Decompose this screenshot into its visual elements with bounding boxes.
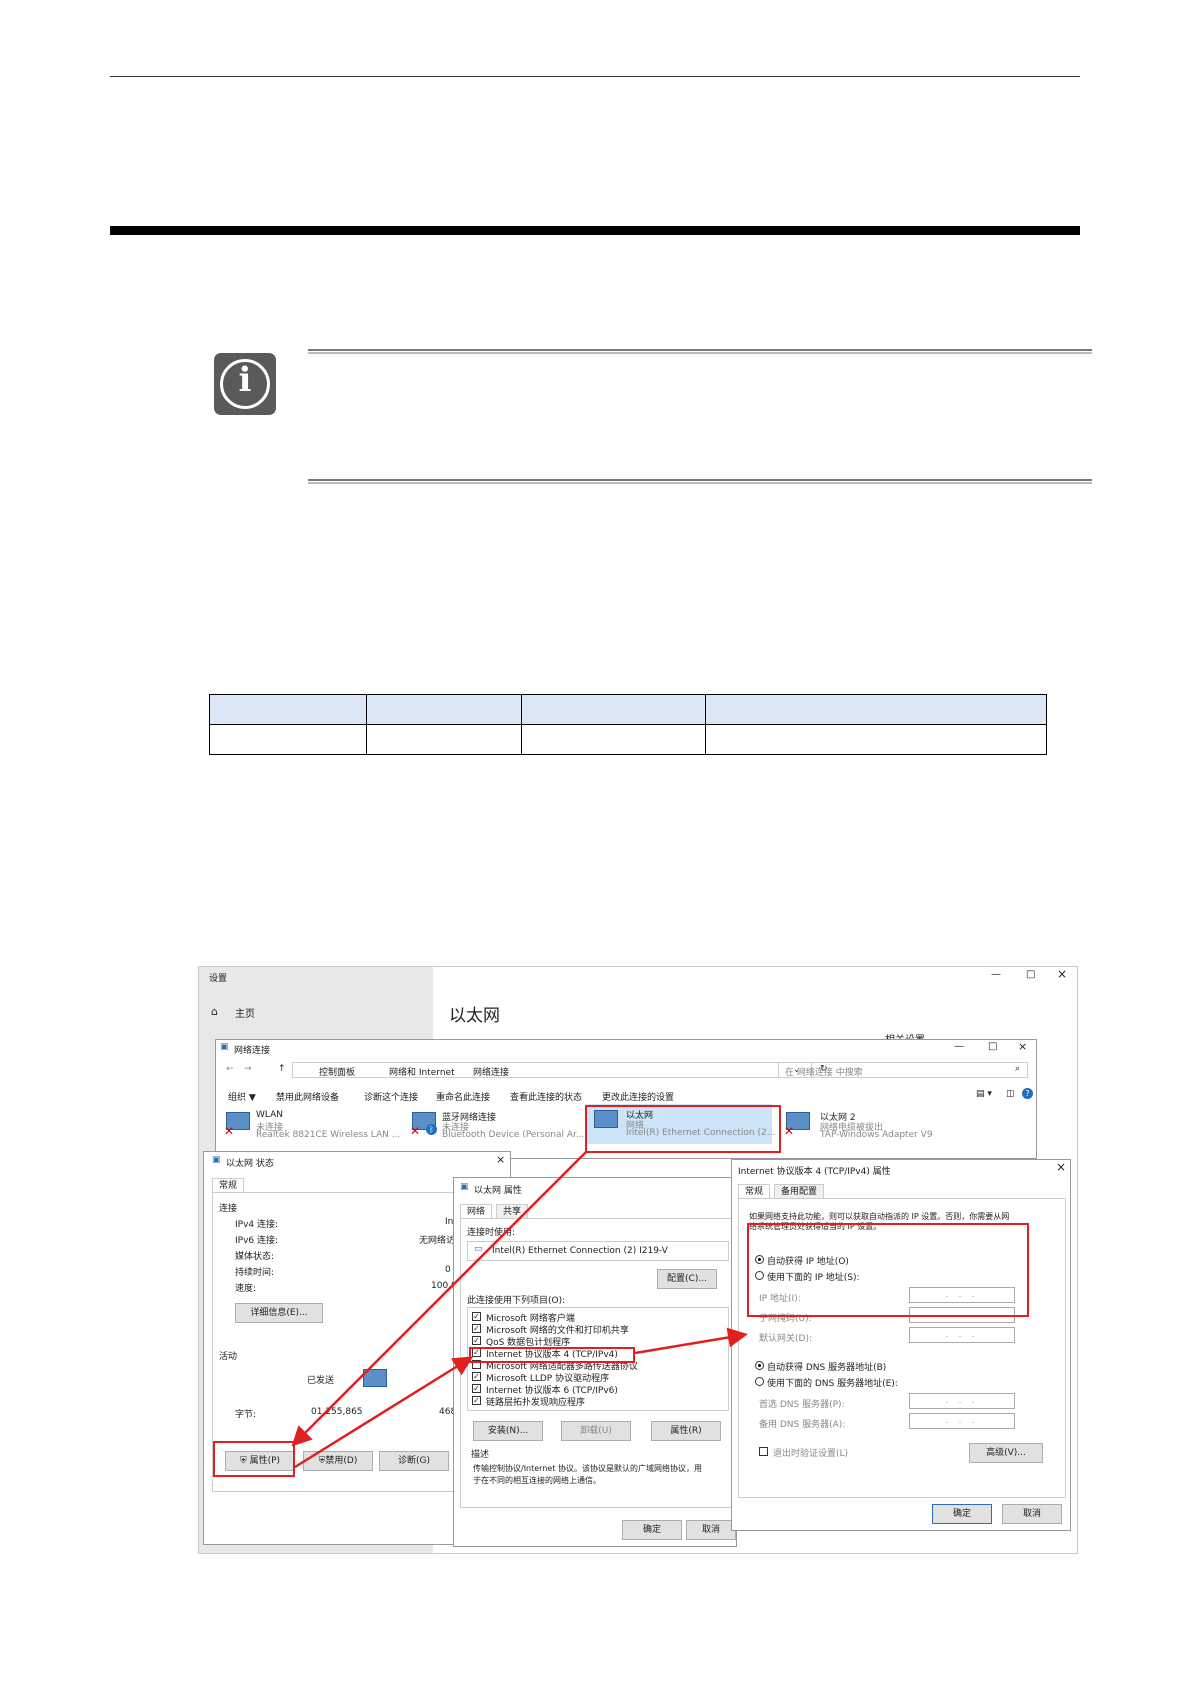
network-settings-screenshot: 设置 ⌂ 主页 以太网 相关设置 — □ × ▣ 网络连接 — □ × ← → … [198,966,1078,1554]
empty-table [209,694,1047,755]
note-bottom-rule [308,479,1092,484]
arrow-to-ipv4-item [294,1356,474,1469]
header-rule [110,76,1080,77]
annotation-arrows [291,1150,748,1469]
table-row [209,724,1047,755]
info-icon: i [214,353,276,415]
section-rule [110,226,1080,235]
arrow-to-manual-ip [634,1327,748,1355]
arrow-to-properties [291,1150,588,1447]
table-header-row [209,694,1047,725]
note-top-rule [308,349,1092,354]
